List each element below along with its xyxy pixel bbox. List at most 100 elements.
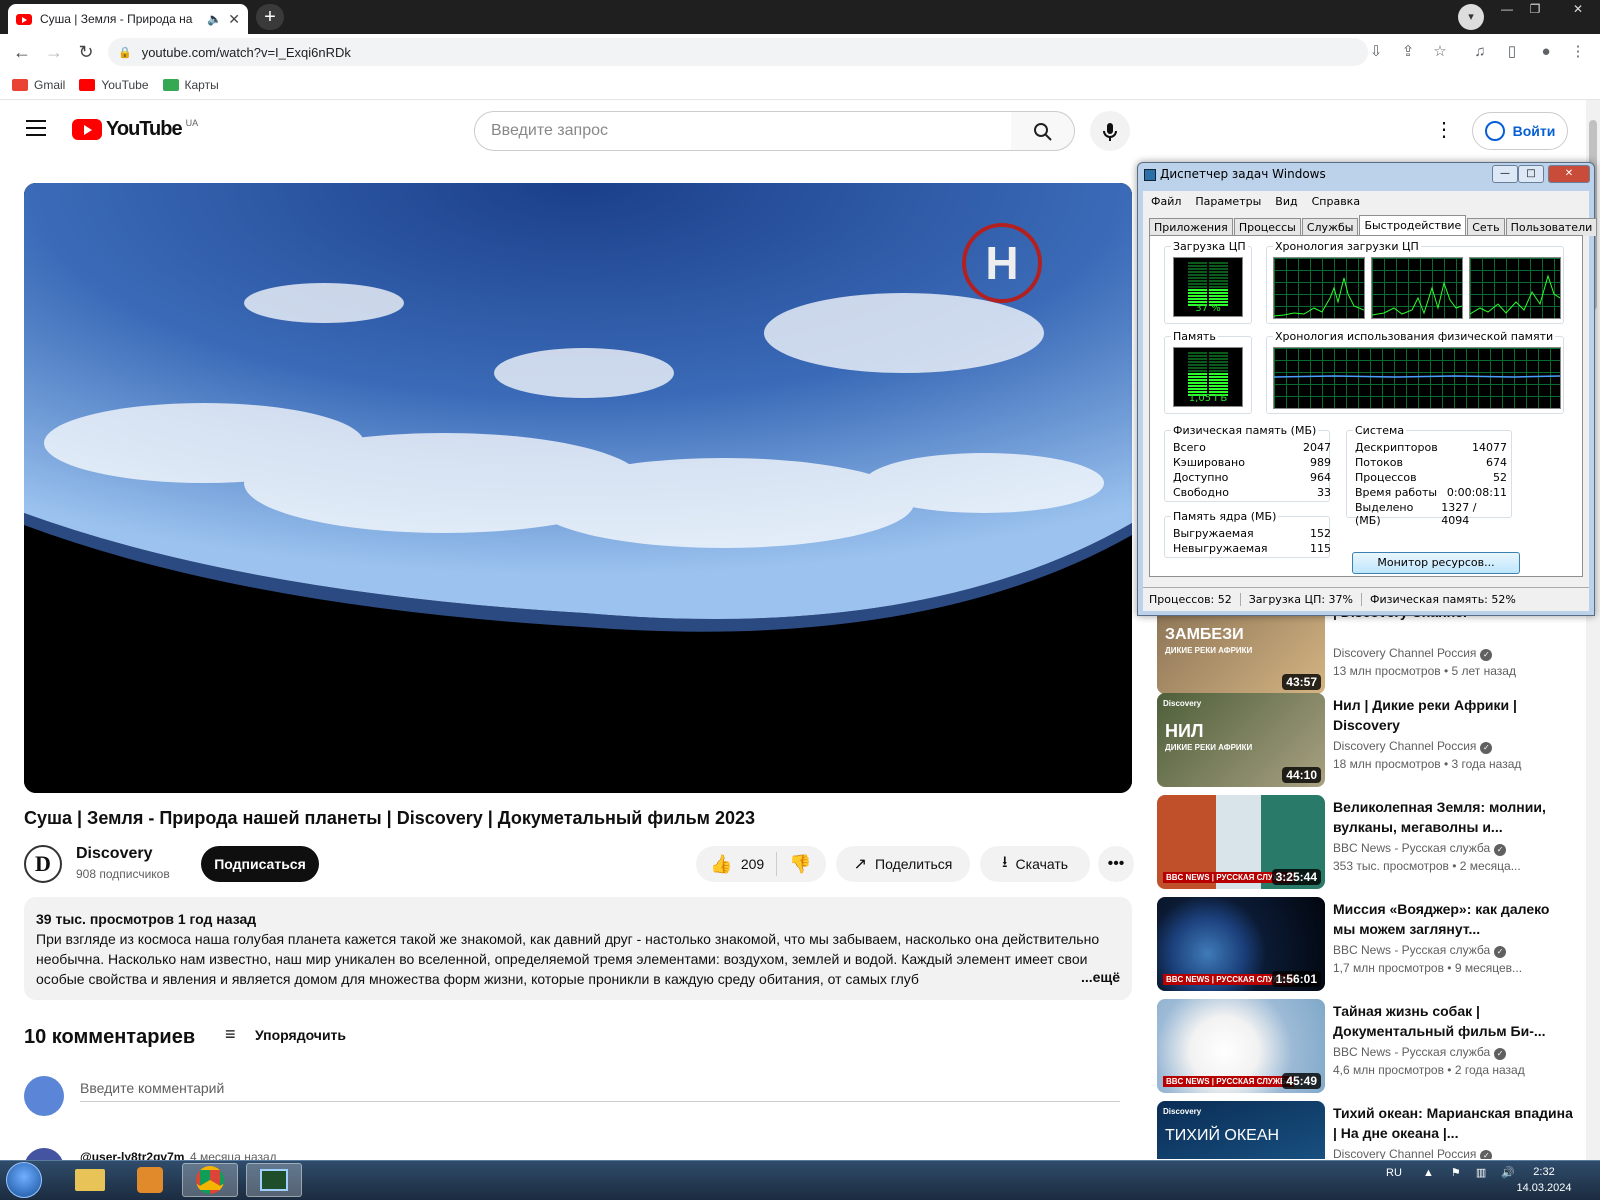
sort-comments-button[interactable]: ≡ Упорядочить	[225, 1024, 346, 1045]
tm-menu-view[interactable]: Вид	[1275, 195, 1297, 208]
recommendation-item[interactable]: BBC NEWS | РУССКАЯ СЛУЖБА 45:49 Тайная ж…	[1157, 999, 1577, 1095]
video-thumbnail[interactable]: Discovery НИЛ ДИКИЕ РЕКИ АФРИКИ 44:10	[1157, 693, 1325, 787]
more-actions-button[interactable]: •••	[1098, 846, 1134, 882]
minimize-icon[interactable]: —	[1494, 0, 1520, 20]
recommendation-channel[interactable]: BBC News - Русская служба ✓	[1333, 943, 1507, 958]
download-button[interactable]: ⭳ Скачать	[980, 846, 1090, 882]
tm-close-icon[interactable]: ✕	[1548, 165, 1590, 183]
resource-monitor-button[interactable]: Монитор ресурсов...	[1352, 552, 1520, 574]
language-indicator[interactable]: RU	[1386, 1167, 1402, 1179]
video-thumbnail[interactable]: Discovery ТИХИЙ ОКЕАН	[1157, 1101, 1325, 1159]
recommendation-title[interactable]: Тайная жизнь собак | Документальный филь…	[1333, 1001, 1573, 1041]
tab-processes[interactable]: Процессы	[1233, 218, 1301, 236]
bookmark-gmail[interactable]: Gmail	[12, 78, 65, 92]
recommendation-item[interactable]: BBC NEWS | РУССКАЯ СЛУЖБА 3:25:44 Велико…	[1157, 795, 1577, 891]
task-manager-taskbar-button[interactable]	[246, 1163, 302, 1197]
recommendation-channel[interactable]: BBC News - Русская служба ✓	[1333, 841, 1507, 856]
channel-name[interactable]: Discovery	[76, 845, 153, 863]
bookmark-maps[interactable]: Карты	[162, 78, 219, 92]
close-window-icon[interactable]: ✕	[1558, 0, 1598, 20]
tab-services[interactable]: Службы	[1301, 218, 1359, 236]
gauge-bar-left	[1188, 262, 1207, 264]
recommendation-channel[interactable]: Discovery Channel Россия ✓	[1333, 646, 1493, 661]
profile-icon[interactable]: ●	[1534, 40, 1558, 64]
address-bar[interactable]: 🔒 youtube.com/watch?v=I_Exqi6nRDk	[108, 38, 1368, 66]
sign-in-button[interactable]: Войти	[1472, 112, 1568, 150]
clock[interactable]: 2:32 14.03.2024	[1514, 1164, 1574, 1196]
video-thumbnail[interactable]: BBC NEWS | РУССКАЯ СЛУЖБА 45:49	[1157, 999, 1325, 1093]
side-panel-icon[interactable]: ▯	[1500, 40, 1524, 64]
youtube-logo[interactable]: YouTube UA	[72, 118, 198, 141]
show-more-link[interactable]: ...ещё	[1074, 967, 1120, 987]
recommendation-channel[interactable]: Discovery Channel Россия ✓	[1333, 739, 1493, 754]
tab-applications[interactable]: Приложения	[1149, 218, 1233, 236]
bookmark-star-icon[interactable]: ☆	[1428, 40, 1452, 64]
gauge-bar-right	[1209, 268, 1228, 270]
video-duration: 43:57	[1282, 674, 1321, 690]
recommendation-meta: 13 млн просмотров • 5 лет назад	[1333, 664, 1516, 678]
share-page-icon[interactable]: ⇪	[1396, 40, 1420, 64]
recommendation-item[interactable]: Discovery ТИХИЙ ОКЕАН Тихий океан: Мариа…	[1157, 1101, 1577, 1159]
tab-performance[interactable]: Быстродействие	[1359, 215, 1467, 236]
tm-maximize-icon[interactable]: □	[1518, 165, 1544, 183]
media-control-icon[interactable]: ♫	[1468, 40, 1492, 64]
tm-status-bar: Процессов: 52 Загрузка ЦП: 37% Физическа…	[1143, 587, 1589, 611]
menu-icon[interactable]	[26, 120, 46, 138]
description-box[interactable]: 39 тыс. просмотров 1 год назад При взгля…	[24, 897, 1132, 1000]
thumbs-down-icon[interactable]: 👎	[789, 854, 811, 875]
tab-networking[interactable]: Сеть	[1467, 218, 1505, 236]
search-input[interactable]: Введите запрос	[474, 111, 1012, 151]
media-player-taskbar-button[interactable]	[122, 1163, 178, 1197]
forward-icon[interactable]: →	[42, 40, 66, 64]
like-button[interactable]: 👍 209	[710, 854, 764, 875]
recommendation-meta: 1,7 млн просмотров • 9 месяцев...	[1333, 961, 1523, 975]
recommendation-item[interactable]: Discovery НИЛ ДИКИЕ РЕКИ АФРИКИ 44:10 Ни…	[1157, 693, 1577, 789]
browser-tab[interactable]: Суша | Земля - Природа на 🔈 ✕	[8, 4, 248, 34]
kernel-row-nonpaged: Невыгружаемая 115	[1173, 542, 1331, 555]
recommendation-title[interactable]: Нил | Дикие реки Африки | Discovery	[1333, 695, 1573, 735]
share-button[interactable]: ↗ Поделиться	[836, 846, 970, 882]
recommendation-title[interactable]: Миссия «Вояджер»: как далеко мы можем за…	[1333, 899, 1573, 939]
tm-minimize-icon[interactable]: —	[1492, 165, 1518, 183]
settings-menu-icon[interactable]: ⋮	[1432, 116, 1456, 144]
new-tab-button[interactable]: +	[256, 4, 284, 30]
cpu-history-graph	[1371, 257, 1463, 319]
tm-menu-options[interactable]: Параметры	[1195, 195, 1261, 208]
voice-search-button[interactable]	[1090, 111, 1130, 151]
recommendation-channel[interactable]: BBC News - Русская служба ✓	[1333, 1045, 1507, 1060]
task-manager-window[interactable]: Диспетчер задач Windows — □ ✕ Файл Парам…	[1137, 162, 1598, 616]
action-center-icon[interactable]: ⚑	[1451, 1167, 1461, 1179]
recommendation-channel[interactable]: Discovery Channel Россия ✓	[1333, 1147, 1493, 1159]
video-thumbnail[interactable]: BBC NEWS | РУССКАЯ СЛУЖБА 3:25:44	[1157, 795, 1325, 889]
tab-search-icon[interactable]: ▾	[1458, 4, 1484, 30]
recommendation-title[interactable]: Великолепная Земля: молнии, вулканы, мег…	[1333, 797, 1573, 837]
status-processes: Процессов: 52	[1147, 593, 1241, 606]
video-player[interactable]: H	[24, 183, 1132, 793]
video-thumbnail[interactable]: BBC NEWS | РУССКАЯ СЛУЖБА 1:56:01	[1157, 897, 1325, 991]
restore-icon[interactable]: ❐	[1522, 0, 1548, 20]
back-icon[interactable]: ←	[10, 40, 34, 64]
chrome-taskbar-button[interactable]	[182, 1163, 238, 1197]
reload-icon[interactable]: ↻	[74, 40, 98, 64]
install-icon[interactable]: ⇩	[1364, 40, 1388, 64]
browser-menu-icon[interactable]: ⋮	[1566, 40, 1590, 64]
tm-menu-file[interactable]: Файл	[1151, 195, 1181, 208]
recommendation-item[interactable]: BBC NEWS | РУССКАЯ СЛУЖБА 1:56:01 Миссия…	[1157, 897, 1577, 993]
bookmark-youtube[interactable]: YouTube	[79, 78, 149, 92]
tab-close-icon[interactable]: ✕	[228, 11, 240, 28]
memory-group: Память 1,05 ГБ	[1164, 330, 1252, 414]
subscribe-button[interactable]: Подписаться	[201, 846, 319, 882]
tab-users[interactable]: Пользователи	[1505, 218, 1598, 236]
search-button[interactable]	[1011, 111, 1075, 151]
gauge-bar-left	[1188, 379, 1207, 381]
comment-input[interactable]: Введите комментарий	[80, 1076, 1120, 1102]
start-button[interactable]	[6, 1162, 42, 1198]
speaker-icon[interactable]: 🔈	[207, 12, 222, 26]
volume-icon[interactable]: 🔊	[1501, 1167, 1515, 1179]
tm-menu-help[interactable]: Справка	[1312, 195, 1360, 208]
recommendation-title[interactable]: Тихий океан: Марианская впадина | На дне…	[1333, 1103, 1573, 1143]
channel-avatar[interactable]: D	[24, 845, 62, 883]
show-hidden-icons-icon[interactable]: ▲	[1423, 1167, 1434, 1179]
explorer-taskbar-button[interactable]	[62, 1163, 118, 1197]
network-icon[interactable]: ▥	[1476, 1167, 1486, 1179]
